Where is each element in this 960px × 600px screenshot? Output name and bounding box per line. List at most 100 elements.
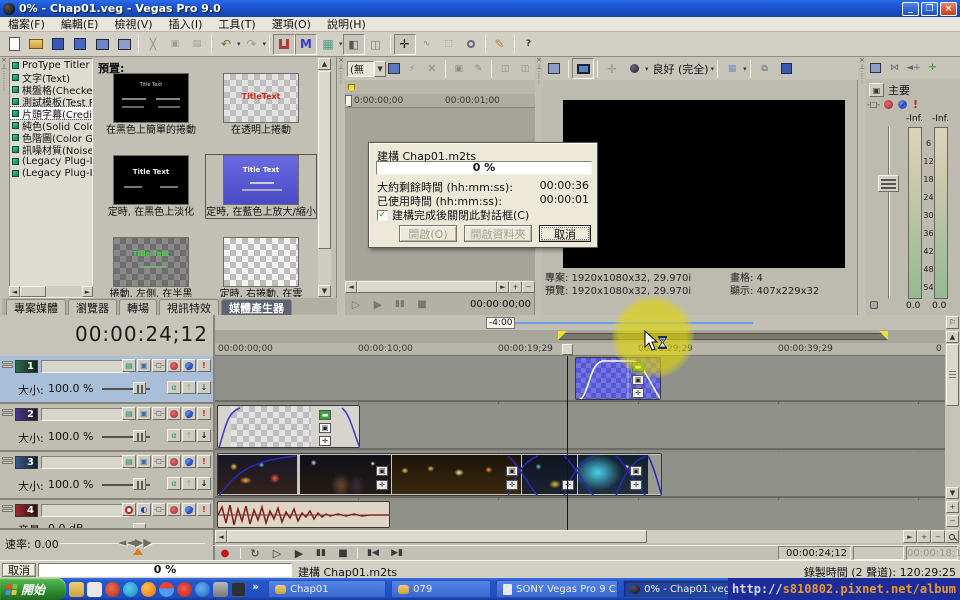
split-chevron-icon[interactable]: ▾ — [743, 65, 747, 73]
mute-icon[interactable] — [182, 359, 196, 372]
trimmer-media-icon[interactable] — [386, 58, 402, 79]
marker-icon[interactable] — [348, 84, 355, 92]
preset-cell[interactable]: 定時, 右捲動, 在雲 — [206, 237, 316, 297]
bus-gear-icon[interactable] — [884, 100, 893, 109]
split-screen-icon[interactable]: ▦ — [721, 58, 743, 79]
event-pan-icon[interactable]: ✛ — [562, 480, 574, 490]
scroll-up-button[interactable]: ▲ — [946, 331, 959, 343]
quality-chevron-icon2[interactable]: ▾ — [711, 65, 715, 73]
ignore-grouping-toggle[interactable]: ◫ — [365, 34, 387, 55]
event-crop-icon[interactable]: ▣ — [632, 375, 644, 385]
track-header-1[interactable]: 1 ▤ ▣ -□- ! 大小: 100.0 % α ↑ ↓ — [0, 356, 213, 404]
size-value[interactable]: 100.0 % — [48, 478, 93, 491]
menu-help[interactable]: 說明(H) — [319, 16, 374, 32]
play-button[interactable]: ▶ — [288, 547, 310, 560]
video-event[interactable]: ▣ ✛ ▣ ✛ ✛ ▣ ✛ — [217, 453, 662, 496]
make-parent-icon[interactable]: ↑ — [182, 477, 196, 490]
generated-media-icon[interactable]: ▬ — [632, 362, 644, 372]
snap-toggle[interactable] — [273, 34, 295, 55]
copy-button[interactable]: ▣ — [164, 34, 186, 55]
mixer-properties-icon[interactable] — [866, 58, 885, 79]
cancel-button[interactable]: 取消 — [539, 225, 591, 242]
title-event[interactable]: ▬ ▣ ✛ — [217, 405, 360, 448]
track-drag-handle[interactable] — [2, 360, 13, 398]
track-header-3[interactable]: 3 ▤ ▣ -□- ! 大小: 100.0 % α ↑ ↓ — [0, 452, 213, 500]
list-item[interactable]: (Legacy Plug-In — [10, 167, 92, 179]
automation-gear-icon[interactable] — [167, 359, 181, 372]
restore-button[interactable]: ❐ — [921, 2, 938, 16]
trimmer-stop-button[interactable]: ■ — [411, 299, 433, 310]
checkbox-box[interactable]: ✓ — [377, 210, 388, 221]
taskbar-task-vegas[interactable]: 0% - Chap01.veg - Ve... — [623, 580, 735, 598]
track-drag-handle[interactable] — [2, 456, 13, 494]
track-header-2[interactable]: 2 ▤ ▣ -□- ! 大小: 100.0 % α ↑ ↓ — [0, 404, 213, 452]
track-motion-icon[interactable]: ▣ — [137, 455, 151, 468]
track-name-field[interactable] — [41, 408, 129, 421]
preset-cell[interactable]: Title Text 在黑色上簡單的捲動 — [96, 73, 206, 136]
save-button[interactable] — [47, 34, 69, 55]
quicklaunch-opera-icon[interactable] — [177, 582, 192, 597]
cut-button[interactable]: ╳ — [142, 34, 164, 55]
bus-mute-icon[interactable] — [898, 100, 907, 109]
record-button[interactable]: ● — [213, 548, 237, 559]
event-crop-icon[interactable]: ▣ — [506, 466, 518, 476]
list-h-scrollbar[interactable]: ◄ ► — [9, 286, 93, 297]
tab-project-media[interactable]: 專案媒體 — [6, 299, 66, 315]
preset-thumbnail[interactable]: Title Text — [113, 73, 189, 123]
track-name-field[interactable] — [41, 504, 129, 517]
preset-v-scrollbar[interactable]: ▲ ▼ — [318, 58, 331, 297]
selection-start-timecode[interactable]: 00:00:24;12 — [778, 546, 851, 560]
preset-cell-selected[interactable]: Title Text 定時, 在藍色上放大/縮小 — [206, 155, 316, 218]
event-pan-icon[interactable]: ✛ — [632, 388, 644, 398]
selection-end-timecode[interactable] — [853, 546, 904, 560]
quicklaunch-overflow[interactable]: » — [252, 580, 259, 593]
master-bus-header[interactable]: ▣ 主要 — [868, 82, 910, 98]
track-drag-handle[interactable] — [2, 504, 13, 526]
bus-solo-icon[interactable]: ! — [913, 98, 918, 111]
start-button[interactable]: 開始 — [0, 578, 66, 600]
status-cancel-button[interactable]: 取消 — [2, 563, 36, 577]
volume-value[interactable]: 0.0 dB — [48, 522, 84, 530]
selection-edit-tool[interactable]: ⬚ — [438, 34, 460, 55]
list-item[interactable]: (Legacy Plug-In — [10, 155, 92, 167]
open-folder-button[interactable]: 開啟資料夾 — [464, 225, 532, 242]
trimmer-play-button[interactable]: ▶ — [367, 298, 389, 311]
track-number-badge[interactable]: 3 — [15, 456, 38, 469]
close-dialog-checkbox[interactable]: ✓ 建構完成後關閉此對話框(C) — [377, 207, 529, 223]
copy-frame-icon[interactable]: ⧉ — [754, 58, 776, 79]
list-item[interactable]: 棋盤格(Checkerb — [10, 83, 92, 95]
timeline-ruler[interactable]: 00:00:00;00 00:00:10;00 00:00:19;29 00:0… — [215, 343, 945, 356]
solo-icon[interactable]: ! — [197, 359, 211, 372]
master-fader-track[interactable] — [888, 127, 890, 299]
tab-explorer[interactable]: 瀏覽器 — [68, 299, 117, 315]
redo-button[interactable]: ↷ — [241, 34, 263, 55]
envelope-toggle[interactable]: M — [295, 34, 317, 55]
h-zoom-out-button[interactable]: − — [931, 530, 945, 543]
trimmer-play-start-button[interactable]: ▷ — [345, 298, 367, 311]
mute-icon[interactable] — [182, 455, 196, 468]
track-motion-icon[interactable]: ▣ — [137, 407, 151, 420]
quicklaunch-media-icon[interactable] — [105, 582, 120, 597]
trimmer-bracket-in-icon[interactable]: ◫ — [495, 58, 515, 79]
event-pan-icon[interactable]: ✛ — [506, 480, 518, 490]
tab-video-fx[interactable]: 視訊特效 — [159, 299, 219, 315]
track-number-badge[interactable]: 1 — [15, 360, 38, 373]
solo-icon[interactable]: ! — [197, 503, 211, 516]
timeline-h-scrollbar[interactable]: ◄ — [215, 530, 903, 543]
fader-lock-icon[interactable] — [870, 301, 878, 309]
envelope-edit-tool[interactable]: ∿ — [416, 34, 438, 55]
help-button[interactable]: ? — [518, 34, 540, 55]
preview-quality-icon[interactable] — [623, 58, 645, 79]
automation-gear-icon[interactable] — [167, 407, 181, 420]
overlay-toggle-icon[interactable]: ✛ — [601, 58, 623, 79]
selection-length-timecode[interactable]: 00:00:18;19 — [906, 546, 958, 560]
project-properties-icon[interactable] — [543, 58, 565, 79]
preset-thumbnail[interactable]: Title Text — [113, 237, 189, 287]
mute-icon[interactable] — [182, 503, 196, 516]
menu-edit[interactable]: 編輯(E) — [53, 16, 107, 32]
size-slider-handle[interactable] — [133, 478, 146, 490]
list-item[interactable]: ProType Titler — [10, 59, 92, 71]
paste-button[interactable]: ▤ — [186, 34, 208, 55]
track-row-2[interactable]: ▬ ▣ ✛ — [215, 404, 945, 450]
preview-quality-label[interactable]: 良好 (完全) — [653, 61, 709, 77]
